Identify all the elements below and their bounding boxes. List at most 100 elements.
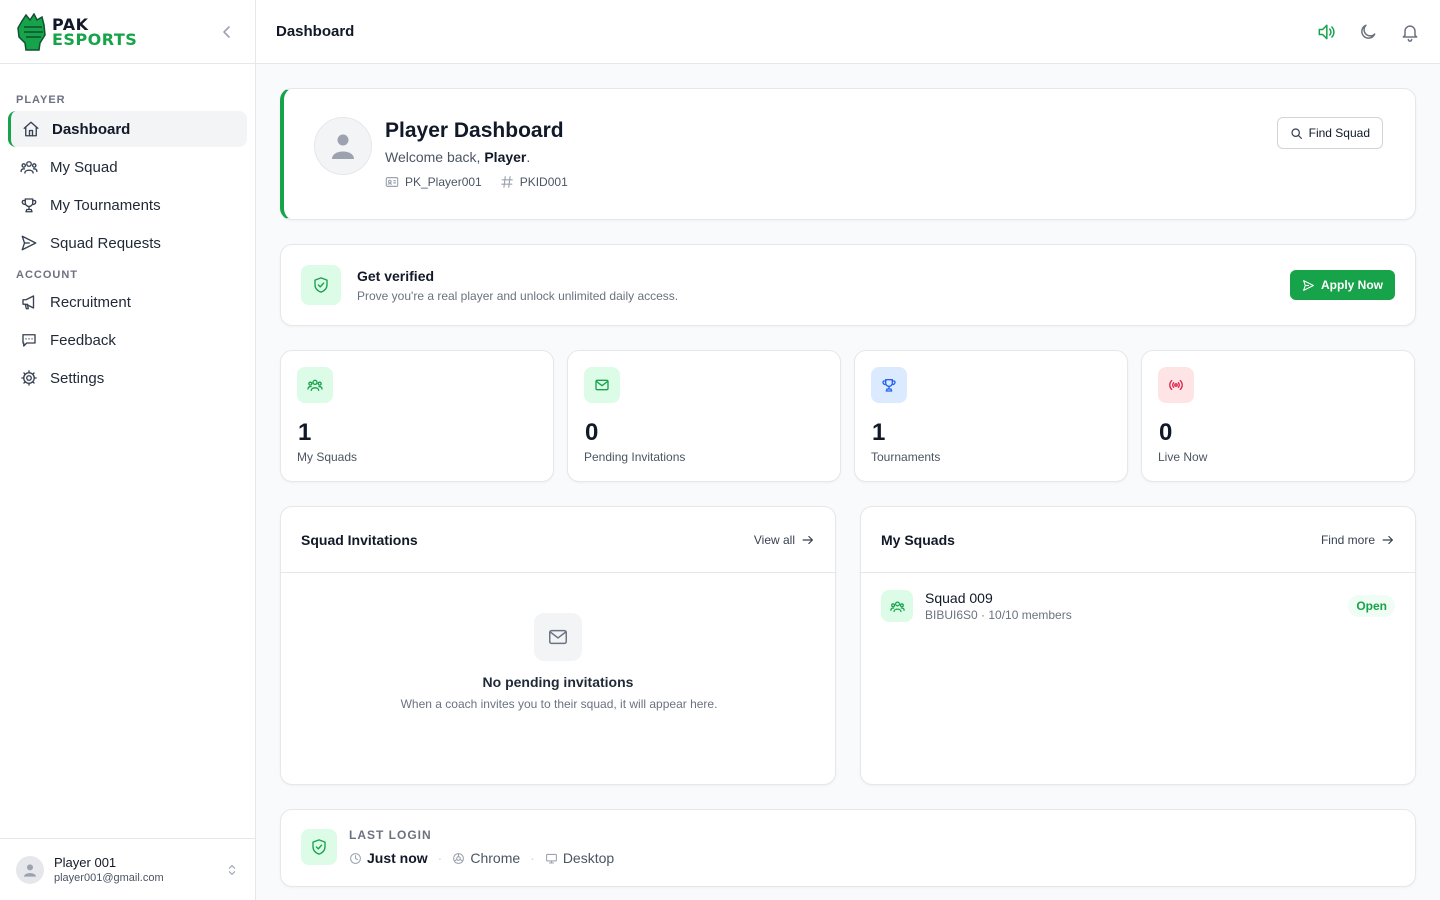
empty-state-title: No pending invitations bbox=[482, 674, 634, 690]
stat-icon-badge bbox=[871, 367, 907, 403]
shield-check-icon bbox=[312, 839, 326, 855]
verification-card: Get verified Prove you're a real player … bbox=[280, 244, 1416, 326]
last-login-device: Desktop bbox=[562, 850, 615, 866]
sidebar-item-dashboard[interactable]: Dashboard bbox=[8, 111, 247, 147]
users-icon bbox=[889, 601, 905, 612]
sidebar-item-label: My Squad bbox=[50, 158, 118, 176]
player-meta: PK_Player001 PKID001 bbox=[385, 175, 568, 189]
stat-icon-badge bbox=[297, 367, 333, 403]
trophy-icon bbox=[882, 379, 896, 392]
find-squad-label: Find Squad bbox=[1308, 126, 1370, 140]
username: PK_Player001 bbox=[405, 175, 482, 189]
topbar: Dashboard bbox=[256, 0, 1440, 64]
fist-logo-icon bbox=[17, 12, 46, 51]
brand-logo[interactable]: PAK ESPORTS bbox=[16, 12, 137, 51]
stat-card-my-squads[interactable]: 1 My Squads bbox=[280, 350, 554, 482]
find-more-label: Find more bbox=[1320, 532, 1375, 547]
user-icon bbox=[24, 863, 36, 877]
sidebar-header: PAK ESPORTS bbox=[0, 0, 255, 64]
apply-now-label: Apply Now bbox=[1321, 278, 1383, 292]
users-icon bbox=[20, 161, 38, 174]
user-menu[interactable]: Player 001 player001@gmail.com bbox=[0, 838, 255, 900]
user-icon bbox=[332, 134, 354, 159]
sidebar-item-squad-requests[interactable]: Squad Requests bbox=[8, 225, 247, 261]
stat-value: 1 bbox=[298, 419, 312, 446]
verify-title: Get verified bbox=[357, 268, 435, 284]
empty-state-badge bbox=[534, 613, 582, 661]
arrow-right-icon bbox=[1382, 535, 1393, 544]
sidebar-item-my-squad[interactable]: My Squad bbox=[8, 149, 247, 185]
sidebar-item-recruitment[interactable]: Recruitment bbox=[8, 284, 247, 320]
shield-check-badge bbox=[301, 829, 337, 865]
page-title: Dashboard bbox=[276, 23, 355, 40]
last-login-label: LAST LOGIN bbox=[349, 828, 432, 842]
megaphone-icon bbox=[22, 295, 35, 310]
welcome-text: Welcome back, Player. bbox=[385, 149, 531, 165]
mail-icon bbox=[549, 629, 567, 645]
stat-icon-badge bbox=[584, 367, 620, 403]
gear-icon bbox=[21, 370, 37, 386]
stat-label: Live Now bbox=[1158, 450, 1208, 464]
home-icon bbox=[23, 121, 39, 137]
trophy-icon bbox=[21, 198, 37, 213]
sidebar-item-label: Squad Requests bbox=[50, 234, 161, 252]
panel-title: My Squads bbox=[881, 531, 955, 548]
sidebar-item-label: Dashboard bbox=[52, 120, 131, 138]
last-login-time: Just now bbox=[367, 850, 428, 866]
id-card-icon bbox=[385, 177, 399, 187]
hero-title: Player Dashboard bbox=[385, 119, 564, 142]
squad-icon-badge bbox=[881, 590, 913, 622]
player-id: PKID001 bbox=[519, 175, 568, 189]
shield-check-badge bbox=[301, 265, 341, 305]
section-label-account: ACCOUNT bbox=[16, 269, 78, 281]
shield-check-icon bbox=[314, 277, 328, 293]
sidebar-item-settings[interactable]: Settings bbox=[8, 360, 247, 396]
stat-icon-badge bbox=[1158, 367, 1194, 403]
apply-now-button[interactable]: Apply Now bbox=[1290, 270, 1395, 300]
stat-card-pending-invitations[interactable]: 0 Pending Invitations bbox=[567, 350, 841, 482]
last-login-card: LAST LOGIN Just now · Chrome · Desktop bbox=[280, 809, 1416, 887]
welcome-name: Player bbox=[484, 149, 527, 165]
view-all-link[interactable]: View all bbox=[754, 533, 815, 547]
hash-icon bbox=[500, 176, 513, 188]
user-name: Player 001 bbox=[54, 855, 117, 870]
squad-name: Squad 009 bbox=[925, 590, 993, 606]
sidebar-item-my-tournaments[interactable]: My Tournaments bbox=[8, 187, 247, 223]
monitor-icon bbox=[545, 853, 557, 863]
list-item[interactable]: Squad 009 BIBUI6S0 · 10/10 members Open bbox=[881, 588, 1395, 624]
avatar bbox=[16, 855, 44, 884]
stat-value: 0 bbox=[585, 419, 599, 446]
panel-title: Squad Invitations bbox=[301, 531, 418, 548]
arrow-right-icon bbox=[802, 535, 813, 544]
find-more-link[interactable]: Find more bbox=[1321, 533, 1395, 547]
user-email: player001@gmail.com bbox=[54, 872, 164, 884]
globe-icon bbox=[453, 852, 465, 864]
stat-card-live-now[interactable]: 0 Live Now bbox=[1141, 350, 1415, 482]
sidebar-item-label: Feedback bbox=[50, 331, 116, 349]
find-squad-button[interactable]: Find Squad bbox=[1276, 117, 1383, 149]
broadcast-icon bbox=[1169, 380, 1183, 390]
status-badge: Open bbox=[1348, 595, 1395, 617]
squad-meta: BIBUI6S0 · 10/10 members bbox=[925, 608, 1072, 622]
clock-icon bbox=[350, 852, 361, 864]
stat-value: 0 bbox=[1159, 419, 1173, 446]
sidebar-item-label: Recruitment bbox=[50, 293, 131, 311]
bell-icon[interactable] bbox=[1400, 22, 1420, 42]
squad-invitations-panel: Squad Invitations View all No pending in… bbox=[280, 506, 836, 785]
player-dashboard-card: Player Dashboard Welcome back, Player. P… bbox=[280, 88, 1416, 220]
chevron-left-icon[interactable] bbox=[217, 22, 237, 42]
send-icon bbox=[1303, 279, 1314, 291]
mail-icon bbox=[595, 379, 609, 391]
verify-subtitle: Prove you're a real player and unlock un… bbox=[357, 289, 679, 303]
stat-label: My Squads bbox=[297, 450, 358, 464]
stat-card-tournaments[interactable]: 1 Tournaments bbox=[854, 350, 1128, 482]
sidebar-item-label: My Tournaments bbox=[50, 196, 161, 214]
sidebar-item-feedback[interactable]: Feedback bbox=[8, 322, 247, 358]
moon-icon[interactable] bbox=[1358, 22, 1378, 42]
last-login-meta: Just now · Chrome · Desktop bbox=[349, 850, 614, 866]
message-icon bbox=[22, 334, 36, 347]
volume-icon[interactable] bbox=[1316, 22, 1336, 42]
player-id-tag: PKID001 bbox=[500, 175, 568, 189]
empty-state-subtitle: When a coach invites you to their squad,… bbox=[400, 697, 718, 711]
last-login-browser: Chrome bbox=[470, 850, 521, 866]
